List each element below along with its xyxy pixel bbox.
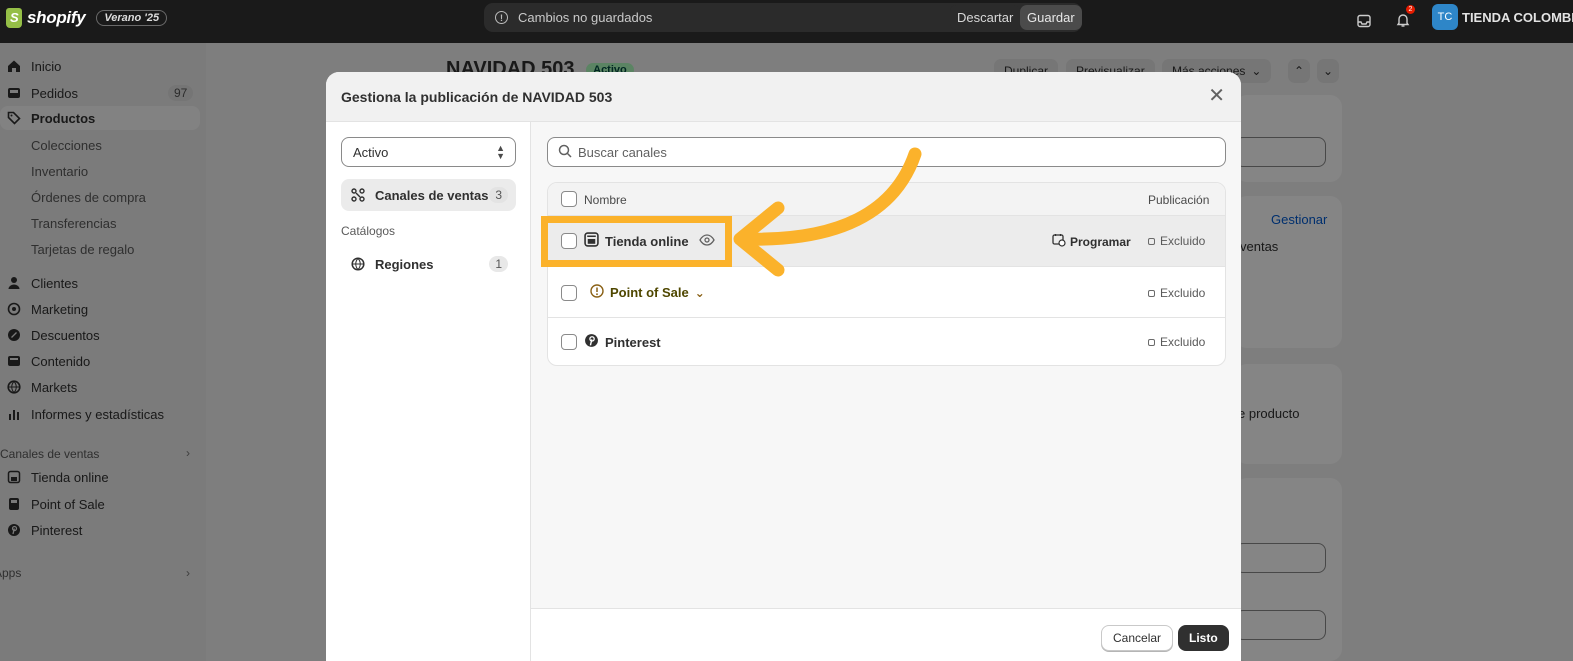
status-label: Excluido <box>1160 335 1206 349</box>
nav-count: 3 <box>489 187 508 203</box>
channel-name: Pinterest <box>584 333 661 351</box>
unsaved-message: Cambios no guardados <box>518 10 653 25</box>
select-all-checkbox[interactable] <box>561 191 577 207</box>
select-arrows-icon: ▲ ▼ <box>496 143 505 161</box>
discard-button[interactable]: Descartar <box>950 5 1021 30</box>
channels-icon <box>350 188 366 202</box>
status-dot-icon <box>1148 237 1155 245</box>
column-header-publication: Publicación <box>1148 193 1210 207</box>
status-label: Excluido <box>1160 286 1206 300</box>
search-icon <box>558 144 572 161</box>
channel-label: Point of Sale <box>610 285 689 300</box>
shopify-bag-icon <box>6 8 22 28</box>
status-dot-icon <box>1148 289 1155 297</box>
row-checkbox[interactable] <box>561 334 577 350</box>
nav-count: 1 <box>489 256 508 272</box>
modal-header: Gestiona la publicación de NAVIDAD 503 ✕ <box>326 72 1241 122</box>
highlight-box <box>541 216 732 267</box>
publication-status: Excluido <box>1148 335 1205 349</box>
store-name[interactable]: TIENDA COLOMBIA <box>1462 10 1573 25</box>
pinterest-icon <box>584 333 599 351</box>
warning-icon <box>590 284 604 301</box>
pointer-arrow-icon <box>733 147 922 277</box>
status-dot-icon <box>1148 338 1155 346</box>
store-avatar[interactable]: TC <box>1432 4 1458 30</box>
nav-label: Canales de ventas <box>375 187 489 203</box>
schedule-label: Programar <box>1070 234 1131 249</box>
chevron-down-icon[interactable]: ⌄ <box>695 286 705 300</box>
done-button[interactable]: Listo <box>1178 625 1229 651</box>
modal-title: Gestiona la publicación de NAVIDAD 503 <box>341 89 613 105</box>
shopify-logo[interactable]: shopify Verano '25 <box>6 8 168 28</box>
status-label: Excluido <box>1160 234 1206 248</box>
edition-badge[interactable]: Verano '25 <box>96 10 168 26</box>
column-header-name: Nombre <box>584 193 627 207</box>
close-icon[interactable]: ✕ <box>1208 86 1225 106</box>
channel-name: Point of Sale ⌄ <box>590 284 705 301</box>
save-button[interactable]: Guardar <box>1020 5 1082 30</box>
cancel-button[interactable]: Cancelar <box>1101 625 1174 651</box>
catalogs-heading: Catálogos <box>341 224 396 238</box>
table-row[interactable]: Pinterest Excluido <box>548 318 1225 365</box>
publication-status: Excluido <box>1148 286 1205 300</box>
modal-footer: Cancelar Listo <box>531 608 1241 661</box>
channel-label: Pinterest <box>605 334 661 350</box>
nav-sales-channels[interactable]: Canales de ventas 3 <box>341 179 516 211</box>
publication-status: Excluido <box>1148 234 1205 248</box>
unsaved-changes-bar: ! Cambios no guardados Descartar Guardar <box>484 3 1082 32</box>
modal-left-panel: Activo ▲ ▼ Canales de ventas 3 Catálogos … <box>326 122 531 661</box>
top-bar: shopify Verano '25 ! Cambios no guardado… <box>0 0 1573 43</box>
status-select[interactable]: Activo ▲ ▼ <box>341 137 516 167</box>
inbox-tray-icon[interactable] <box>1354 11 1374 31</box>
brand-name: shopify <box>27 8 86 27</box>
row-checkbox[interactable] <box>561 285 577 301</box>
info-icon: ! <box>495 11 508 24</box>
globe-icon <box>350 257 366 271</box>
schedule-button[interactable]: Programar <box>1052 233 1131 250</box>
calendar-clock-icon <box>1052 233 1066 250</box>
nav-regions[interactable]: Regiones 1 <box>341 248 516 280</box>
nav-label: Regiones <box>375 256 434 272</box>
notification-badge: 2 <box>1406 5 1415 14</box>
status-select-value: Activo <box>353 144 389 160</box>
